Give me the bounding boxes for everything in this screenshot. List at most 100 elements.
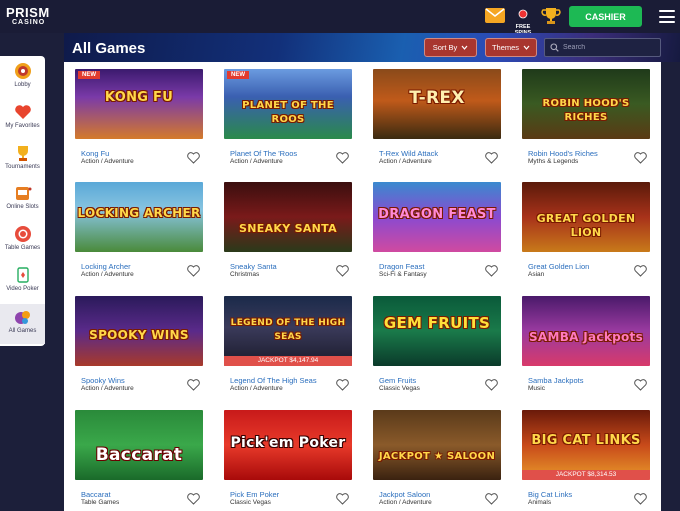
games-grid: KONG FU NEW Kong Fu Action / Adventure P…	[64, 62, 661, 511]
game-card[interactable]: Pick'em Poker Pick Em Poker Classic Vega…	[224, 410, 352, 511]
search-icon	[550, 43, 559, 52]
game-name[interactable]: Great Golden Lion	[528, 262, 589, 271]
game-name[interactable]: Sneaky Santa	[230, 262, 277, 271]
game-name[interactable]: Pick Em Poker	[230, 490, 279, 499]
game-thumbnail[interactable]: Pick'em Poker	[224, 410, 352, 480]
game-card[interactable]: BIG CAT LINKS JACKPOT $8,314.53 Big Cat …	[522, 410, 650, 511]
game-thumbnail[interactable]: LOCKING ARCHER	[75, 182, 203, 252]
game-name[interactable]: Jackpot Saloon	[379, 490, 430, 499]
game-card[interactable]: GEM FRUITS Gem Fruits Classic Vegas	[373, 296, 501, 404]
game-category: Table Games	[81, 499, 120, 506]
favorite-heart-icon[interactable]	[187, 265, 200, 277]
sidebar-item-online-slots[interactable]: Online Slots	[0, 180, 45, 220]
game-card[interactable]: SAMBA Jackpots Samba Jackpots Music	[522, 296, 650, 404]
mail-icon[interactable]	[485, 8, 505, 23]
game-card[interactable]: T-REX T-Rex Wild Attack Action / Adventu…	[373, 69, 501, 177]
favorite-heart-icon[interactable]	[485, 265, 498, 277]
favorite-heart-icon[interactable]	[187, 379, 200, 391]
page-title: All Games	[72, 40, 146, 57]
game-card[interactable]: SNEAKY SANTA Sneaky Santa Christmas	[224, 182, 352, 290]
favorite-heart-icon[interactable]	[336, 152, 349, 164]
game-thumbnail[interactable]: Baccarat	[75, 410, 203, 480]
game-thumbnail[interactable]: PLANET OF THE ROOS NEW	[224, 69, 352, 139]
favorite-heart-icon[interactable]	[485, 379, 498, 391]
game-card[interactable]: DRAGON FEAST Dragon Feast Sci-Fi & Fanta…	[373, 182, 501, 290]
sidebar-item-label: My Favorites	[5, 123, 40, 129]
favorite-heart-icon[interactable]	[336, 379, 349, 391]
favorite-heart-icon[interactable]	[187, 152, 200, 164]
sidebar-item-video-poker[interactable]: Video Poker	[0, 262, 45, 302]
game-thumbnail[interactable]: BIG CAT LINKS JACKPOT $8,314.53	[522, 410, 650, 480]
game-card[interactable]: Baccarat Baccarat Table Games	[75, 410, 203, 511]
game-thumbnail[interactable]: ROBIN HOOD'S RICHES	[522, 69, 650, 139]
game-art-title: KONG FU	[104, 90, 174, 105]
game-name[interactable]: Gem Fruits	[379, 376, 416, 385]
search-input[interactable]	[563, 44, 653, 51]
game-name[interactable]: Planet Of The 'Roos	[230, 149, 297, 158]
favorite-heart-icon[interactable]	[634, 493, 647, 505]
game-thumbnail[interactable]: JACKPOT ★ SALOON	[373, 410, 501, 480]
favorite-heart-icon[interactable]	[336, 493, 349, 505]
game-thumbnail[interactable]: LEGEND OF THE HIGH SEAS JACKPOT $4,147.9…	[224, 296, 352, 366]
game-name[interactable]: Robin Hood's Riches	[528, 149, 598, 158]
cashier-button[interactable]: CASHIER	[569, 6, 642, 27]
game-category: Animals	[528, 499, 552, 506]
game-art-title: SAMBA Jackpots	[528, 330, 644, 344]
themes-dropdown[interactable]: Themes	[485, 38, 537, 57]
favorite-heart-icon[interactable]	[485, 152, 498, 164]
game-name[interactable]: T-Rex Wild Attack	[379, 149, 438, 158]
favorite-heart-icon[interactable]	[634, 379, 647, 391]
game-thumbnail[interactable]: KONG FU NEW	[75, 69, 203, 139]
hamburger-menu-icon[interactable]	[659, 10, 675, 23]
search-box[interactable]	[544, 38, 661, 57]
game-thumbnail[interactable]: SPOOKY WINS	[75, 296, 203, 366]
sidebar-item-label: Online Slots	[6, 204, 39, 210]
game-card[interactable]: KONG FU NEW Kong Fu Action / Adventure	[75, 69, 203, 177]
sidebar-item-label: Lobby	[14, 82, 31, 88]
game-name[interactable]: Dragon Feast	[379, 262, 424, 271]
game-thumbnail[interactable]: SNEAKY SANTA	[224, 182, 352, 252]
favorite-heart-icon[interactable]	[187, 493, 200, 505]
game-art-title: SNEAKY SANTA	[239, 222, 337, 235]
game-card[interactable]: GREAT GOLDEN LION Great Golden Lion Asia…	[522, 182, 650, 290]
sidebar-item-all-games[interactable]: All Games	[0, 304, 45, 344]
game-card[interactable]: SPOOKY WINS Spooky Wins Action / Adventu…	[75, 296, 203, 404]
trophy-icon[interactable]	[541, 6, 561, 26]
favorite-heart-icon[interactable]	[634, 152, 647, 164]
brand-logo[interactable]: PRISM CASINO	[6, 6, 52, 28]
game-thumbnail[interactable]: GEM FRUITS	[373, 296, 501, 366]
game-thumbnail[interactable]: SAMBA Jackpots	[522, 296, 650, 366]
game-card[interactable]: LOCKING ARCHER Locking Archer Action / A…	[75, 182, 203, 290]
game-name[interactable]: Samba Jackpots	[528, 376, 583, 385]
game-name[interactable]: Baccarat	[81, 490, 111, 499]
game-name[interactable]: Kong Fu	[81, 149, 109, 158]
game-card[interactable]: LEGEND OF THE HIGH SEAS JACKPOT $4,147.9…	[224, 296, 352, 404]
favorite-heart-icon[interactable]	[634, 265, 647, 277]
game-thumbnail[interactable]: T-REX	[373, 69, 501, 139]
all-games-icon	[14, 311, 30, 324]
game-thumbnail[interactable]: GREAT GOLDEN LION	[522, 182, 650, 252]
game-name[interactable]: Big Cat Links	[528, 490, 572, 499]
favorite-heart-icon[interactable]	[336, 265, 349, 277]
sidebar-item-label: All Games	[8, 328, 37, 334]
top-bar: PRISM CASINO FREE SPINS CASHIER	[0, 0, 680, 36]
sidebar-item-table-games[interactable]: Table Games	[0, 221, 45, 261]
chevron-down-icon	[461, 45, 468, 50]
sort-by-dropdown[interactable]: Sort By	[424, 38, 477, 57]
game-art-title: DRAGON FEAST	[378, 207, 496, 222]
game-name[interactable]: Locking Archer	[81, 262, 131, 271]
game-art-title: Baccarat	[95, 445, 183, 465]
game-thumbnail[interactable]: DRAGON FEAST	[373, 182, 501, 252]
sidebar-item-tournaments[interactable]: Tournaments	[0, 140, 45, 180]
sidebar-item-my-favorites[interactable]: My Favorites	[0, 99, 45, 139]
sidebar-item-label: Table Games	[4, 245, 41, 251]
game-name[interactable]: Spooky Wins	[81, 376, 125, 385]
favorite-heart-icon[interactable]	[485, 493, 498, 505]
free-spins-icon[interactable]: FREE SPINS	[512, 6, 534, 36]
game-name[interactable]: Legend Of The High Seas	[230, 376, 317, 385]
sidebar-item-lobby[interactable]: Lobby	[0, 58, 45, 98]
game-card[interactable]: JACKPOT ★ SALOON Jackpot Saloon Action /…	[373, 410, 501, 511]
game-card[interactable]: PLANET OF THE ROOS NEW Planet Of The 'Ro…	[224, 69, 352, 177]
game-category: Sci-Fi & Fantasy	[379, 271, 427, 278]
game-card[interactable]: ROBIN HOOD'S RICHES Robin Hood's Riches …	[522, 69, 650, 177]
